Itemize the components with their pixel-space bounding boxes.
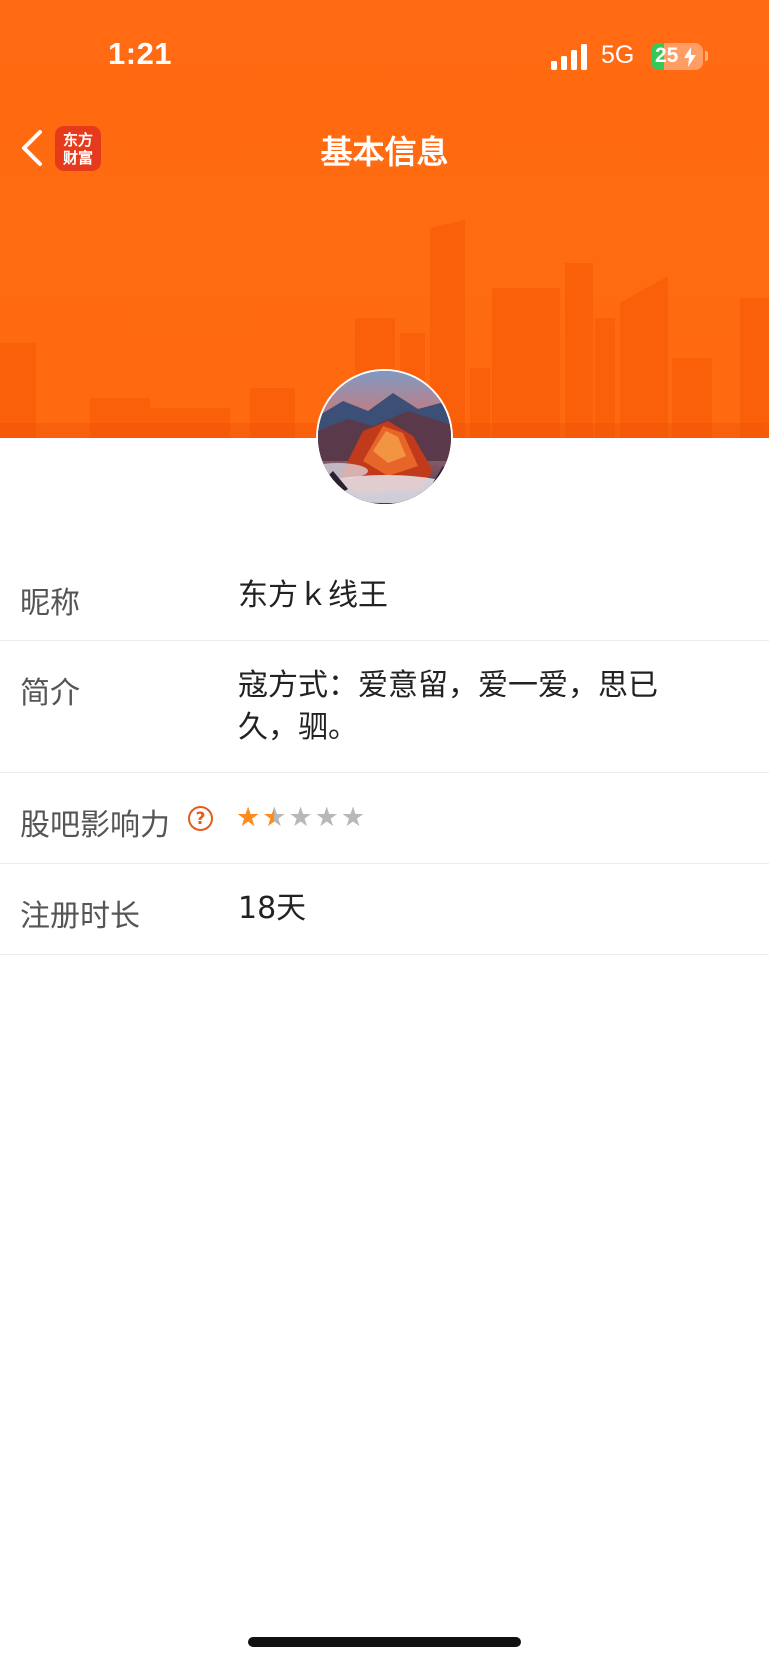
battery-percentage: 25: [655, 44, 679, 67]
battery-nub: [705, 51, 708, 61]
avatar[interactable]: [316, 369, 453, 506]
page-title: 基本信息: [320, 133, 449, 171]
status-time: 1:21: [108, 36, 173, 71]
network-type: 5G: [601, 41, 635, 69]
influence-star-rating: ★ ★ ★ ★ ★: [236, 803, 365, 833]
bio-row: 简介 寇方式：爱意留，爱一爱，思已久，驷。: [0, 641, 769, 773]
battery-icon: 25: [651, 43, 703, 70]
avatar-landscape-image: [318, 371, 451, 504]
register-duration-label: 注册时长: [20, 899, 140, 934]
star-empty-icon: ★: [314, 802, 339, 833]
star-empty-icon: ★: [340, 802, 366, 833]
bio-value: 寇方式：爱意留，爱一爱，思已久，驷。: [238, 668, 658, 745]
nickname-row: 昵称 东方ｋ线王: [0, 564, 769, 641]
profile-info-page: 1:21 5G 25 东方 财富 基本信息 昵称 东方ｋ线王 简介 寇方式：爱意…: [0, 0, 769, 1665]
home-indicator[interactable]: [248, 1637, 521, 1647]
star-half-icon: ★: [262, 802, 287, 833]
register-duration-row: 注册时长 18天: [0, 864, 769, 955]
star-filled-icon: ★: [236, 802, 261, 833]
influence-row: 股吧影响力 ? ★ ★ ★ ★ ★: [0, 773, 769, 864]
bio-label: 简介: [20, 676, 80, 711]
star-empty-icon: ★: [288, 802, 313, 833]
cellular-signal-icon: [551, 44, 587, 70]
help-question-icon[interactable]: ?: [188, 806, 213, 831]
charging-bolt-icon: [684, 47, 696, 67]
nickname-label: 昵称: [20, 586, 80, 621]
register-duration-value: 18天: [238, 891, 307, 926]
nickname-value: 东方ｋ线王: [238, 578, 388, 613]
influence-label: 股吧影响力: [20, 808, 170, 843]
